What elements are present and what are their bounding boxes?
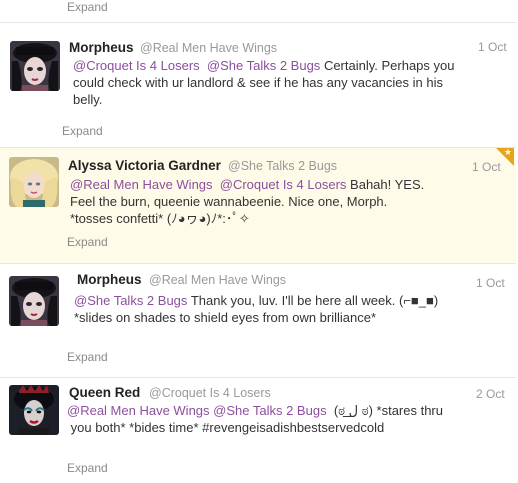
tweet-text: @Real Men Have Wings @Croquet Is 4 Loser… <box>70 176 510 227</box>
mention-link[interactable]: @Croquet Is 4 Losers <box>220 177 347 192</box>
tweet-text-line: could check with ur landlord & see if he… <box>73 75 443 90</box>
mention-link[interactable]: @She Talks 2 Bugs <box>74 293 187 308</box>
tweet-text-line: Bahah! YES. <box>350 177 425 192</box>
tweet-text-line: you both* *bides time* #revengeisadishbe… <box>70 420 385 435</box>
tweet-date[interactable]: 2 Oct <box>476 387 505 401</box>
tweet-text-line: belly. <box>73 92 103 107</box>
tweet-text-line: Certainly. Perhaps you <box>323 58 455 73</box>
tweet-text-line: Feel the burn, queenie wannabeenie. Nice… <box>70 194 388 209</box>
author-handle[interactable]: @Real Men Have Wings <box>149 273 286 287</box>
avatar[interactable] <box>9 276 59 326</box>
tweet-text-line: Thank you, luv. I'll be here all week. (… <box>190 293 439 308</box>
tweet[interactable]: ★ Alyssa Victoria Gardner @She Talks 2 B… <box>0 147 516 264</box>
tweet[interactable]: Morpheus @Real Men Have Wings 1 Oct @She… <box>0 264 516 378</box>
tweet-text-line: *slides on shades to shield eyes from ow… <box>74 310 377 325</box>
author-name[interactable]: Morpheus <box>69 40 134 55</box>
mention-link[interactable]: @Croquet Is 4 Losers <box>73 58 200 73</box>
tweet-text-line: (ಠ ل͟ ಠ) *stares thru <box>333 403 443 418</box>
avatar[interactable] <box>10 41 60 91</box>
star-icon: ★ <box>503 147 512 157</box>
tweet[interactable]: Morpheus @Real Men Have Wings 1 Oct @Cro… <box>0 23 516 148</box>
expand-link[interactable]: Expand <box>67 461 108 475</box>
tweet-date[interactable]: 1 Oct <box>476 276 505 290</box>
mention-link[interactable]: @Real Men Have Wings <box>67 403 210 418</box>
author-name[interactable]: Queen Red <box>69 385 140 400</box>
tweet-text: @She Talks 2 Bugs Thank you, luv. I'll b… <box>74 292 504 326</box>
author-handle[interactable]: @Croquet Is 4 Losers <box>149 386 271 400</box>
mention-link[interactable]: @She Talks 2 Bugs <box>207 58 320 73</box>
expand-link[interactable]: Expand <box>67 0 108 14</box>
expand-link[interactable]: Expand <box>67 350 108 364</box>
mention-link[interactable]: @Real Men Have Wings <box>70 177 213 192</box>
author-handle[interactable]: @Real Men Have Wings <box>140 41 277 55</box>
author-name[interactable]: Alyssa Victoria Gardner <box>68 158 221 173</box>
tweet-date[interactable]: 1 Oct <box>478 40 507 54</box>
tweet[interactable]: Queen Red @Croquet Is 4 Losers 2 Oct @Re… <box>0 378 516 483</box>
author-name[interactable]: Morpheus <box>77 272 142 287</box>
tweet-text-line: *tosses confetti* (ﾉ◕ヮ◕)ﾉ*:･ﾟ✧ <box>70 211 250 226</box>
avatar[interactable] <box>9 385 59 435</box>
expand-link[interactable]: Expand <box>62 124 103 138</box>
author-handle[interactable]: @She Talks 2 Bugs <box>228 159 337 173</box>
expand-link[interactable]: Expand <box>67 235 108 249</box>
tweet-text: @Real Men Have Wings @She Talks 2 Bugs (… <box>67 402 507 436</box>
tweet-text: @Croquet Is 4 Losers @She Talks 2 Bugs C… <box>73 57 503 108</box>
avatar[interactable] <box>9 157 59 207</box>
tweet-date[interactable]: 1 Oct <box>472 160 501 174</box>
mention-link[interactable]: @She Talks 2 Bugs <box>213 403 326 418</box>
timeline: Expand Morpheus @Real Men Have Wings 1 O… <box>0 0 518 483</box>
